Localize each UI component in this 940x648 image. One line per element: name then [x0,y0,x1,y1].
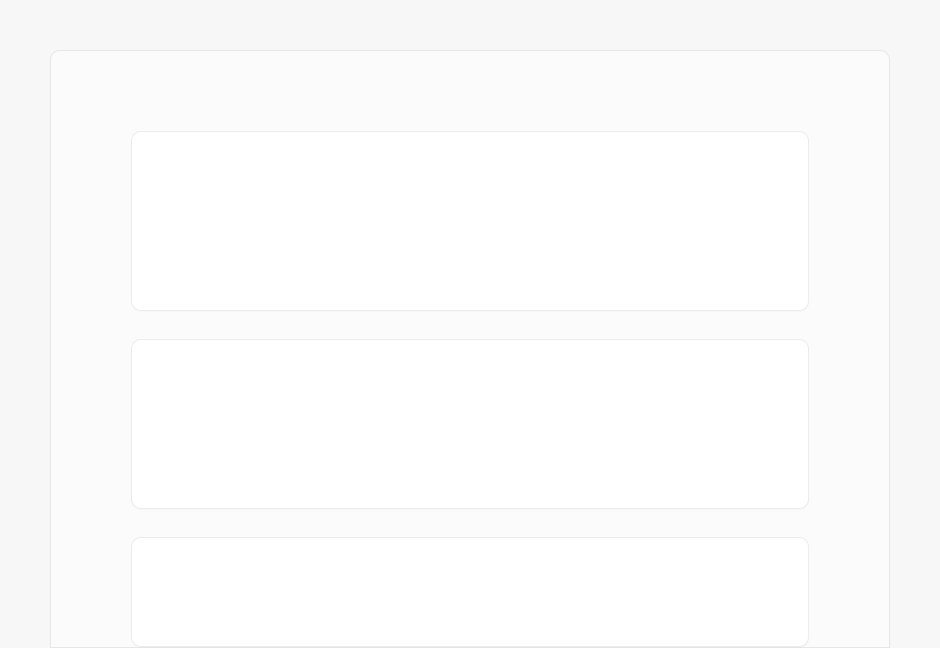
main-panel [50,50,890,648]
card [131,339,809,509]
card [131,131,809,311]
outer-container [0,0,940,648]
card-list [131,131,809,647]
card [131,537,809,647]
